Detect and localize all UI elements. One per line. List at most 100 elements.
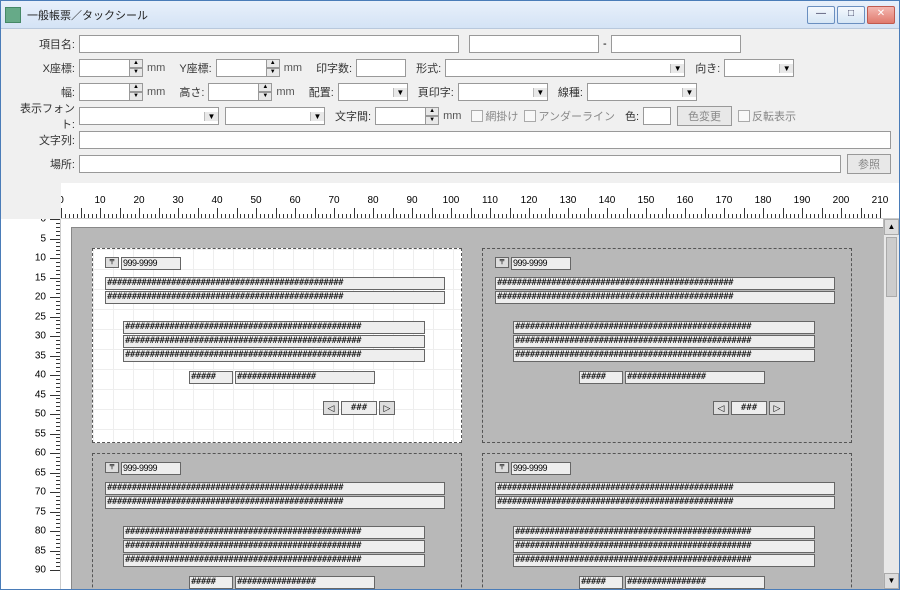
maximize-button[interactable]: □ <box>837 6 865 24</box>
item-name-label: 項目名: <box>9 36 79 52</box>
xcoord-input[interactable] <box>79 59 129 77</box>
prev-button[interactable]: ◁ <box>323 401 339 415</box>
shading-check[interactable]: 網掛け <box>471 108 518 124</box>
address-field[interactable]: ########################################… <box>105 277 445 290</box>
name-field[interactable]: ########################################… <box>123 526 425 539</box>
minimize-button[interactable]: — <box>807 6 835 24</box>
page-field[interactable]: ### <box>731 401 767 415</box>
zip-icon: 〒 <box>105 462 119 473</box>
location-label: 場所: <box>9 156 79 172</box>
label-block[interactable]: 〒999-9999###############################… <box>92 248 462 443</box>
name-field[interactable]: ########################################… <box>513 540 815 553</box>
scroll-thumb[interactable] <box>886 237 897 297</box>
scroll-down-icon[interactable]: ▼ <box>884 573 899 589</box>
design-area: 051015202530354045505560657075808590 〒99… <box>1 219 899 589</box>
code2-field[interactable]: ################ <box>235 576 375 589</box>
name-field[interactable]: ########################################… <box>123 321 425 334</box>
address-field[interactable]: ########################################… <box>495 482 835 495</box>
printchars-label: 印字数: <box>306 60 356 76</box>
code2-field[interactable]: ################ <box>625 576 765 589</box>
pagemark-label: 頁印字: <box>408 84 458 100</box>
chevron-down-icon: ▼ <box>393 88 407 97</box>
location-input[interactable] <box>79 155 841 173</box>
vertical-scrollbar[interactable]: ▲ ▼ <box>883 219 899 589</box>
ycoord-input[interactable] <box>216 59 266 77</box>
linetype-combo[interactable]: ▼ <box>587 83 697 101</box>
item-id1-input[interactable] <box>469 35 599 53</box>
zip-field[interactable]: 999-9999 <box>121 257 181 270</box>
charspacing-input[interactable] <box>375 107 425 125</box>
color-label: 色: <box>615 108 643 124</box>
zip-field[interactable]: 999-9999 <box>121 462 181 475</box>
code-field[interactable]: ##### <box>579 371 623 384</box>
address-field[interactable]: ########################################… <box>105 496 445 509</box>
app-icon <box>5 7 21 23</box>
code2-field[interactable]: ################ <box>235 371 375 384</box>
name-field[interactable]: ########################################… <box>513 554 815 567</box>
app-window: 一般帳票／タックシール — □ ✕ 項目名: - X座標: ▲▼ mm Y座標:… <box>0 0 900 590</box>
color-swatch <box>643 107 671 125</box>
underline-check[interactable]: アンダーライン <box>524 108 615 124</box>
name-field[interactable]: ########################################… <box>123 540 425 553</box>
name-field[interactable]: ########################################… <box>513 526 815 539</box>
chevron-down-icon: ▼ <box>533 88 547 97</box>
color-change-button[interactable]: 色変更 <box>677 106 732 126</box>
ycoord-spinner[interactable]: ▲▼ <box>266 59 280 77</box>
address-field[interactable]: ########################################… <box>495 277 835 290</box>
window-buttons: — □ ✕ <box>807 6 895 24</box>
fontsize-combo[interactable]: ▼ <box>225 107 325 125</box>
address-field[interactable]: ########################################… <box>495 291 835 304</box>
font-combo[interactable]: ▼ <box>79 107 219 125</box>
next-button[interactable]: ▷ <box>379 401 395 415</box>
browse-button[interactable]: 参照 <box>847 154 891 174</box>
page-nav: ◁###▷ <box>323 401 395 415</box>
printchars-input[interactable] <box>356 59 406 77</box>
scroll-up-icon[interactable]: ▲ <box>884 219 899 235</box>
ycoord-label: Y座標: <box>169 60 215 76</box>
item-id2-input[interactable] <box>611 35 741 53</box>
pagemark-combo[interactable]: ▼ <box>458 83 548 101</box>
zip-icon: 〒 <box>495 257 509 268</box>
zip-field[interactable]: 999-9999 <box>511 257 571 270</box>
label-block[interactable]: 〒999-9999###############################… <box>482 453 852 589</box>
item-name-input[interactable] <box>79 35 459 53</box>
prev-button[interactable]: ◁ <box>713 401 729 415</box>
next-button[interactable]: ▷ <box>769 401 785 415</box>
name-field[interactable]: ########################################… <box>513 321 815 334</box>
code-field[interactable]: ##### <box>189 576 233 589</box>
close-button[interactable]: ✕ <box>867 6 895 24</box>
width-spinner[interactable]: ▲▼ <box>129 83 143 101</box>
name-field[interactable]: ########################################… <box>123 554 425 567</box>
string-input[interactable] <box>79 131 891 149</box>
name-field[interactable]: ########################################… <box>513 335 815 348</box>
invert-check[interactable]: 反転表示 <box>738 108 796 124</box>
height-spinner[interactable]: ▲▼ <box>258 83 272 101</box>
canvas[interactable]: 〒999-9999###############################… <box>61 219 899 589</box>
titlebar: 一般帳票／タックシール — □ ✕ <box>1 1 899 29</box>
width-input[interactable] <box>79 83 129 101</box>
code-field[interactable]: ##### <box>189 371 233 384</box>
ruler-vertical: 051015202530354045505560657075808590 <box>1 219 61 589</box>
height-input[interactable] <box>208 83 258 101</box>
code2-field[interactable]: ################ <box>625 371 765 384</box>
label-block[interactable]: 〒999-9999###############################… <box>92 453 462 589</box>
address-field[interactable]: ########################################… <box>105 482 445 495</box>
page-nav: ◁###▷ <box>713 401 785 415</box>
zip-field[interactable]: 999-9999 <box>511 462 571 475</box>
format-combo[interactable]: ▼ <box>445 59 685 77</box>
charspacing-spinner[interactable]: ▲▼ <box>425 107 439 125</box>
page-field[interactable]: ### <box>341 401 377 415</box>
address-field[interactable]: ########################################… <box>105 291 445 304</box>
xcoord-spinner[interactable]: ▲▼ <box>129 59 143 77</box>
direction-combo[interactable]: ▼ <box>724 59 794 77</box>
address-field[interactable]: ########################################… <box>495 496 835 509</box>
direction-label: 向き: <box>685 60 724 76</box>
string-label: 文字列: <box>9 132 79 148</box>
code-field[interactable]: ##### <box>579 576 623 589</box>
name-field[interactable]: ########################################… <box>513 349 815 362</box>
ruler-horizontal-wrap: 0102030405060708090100110120130140150160… <box>1 183 899 219</box>
align-combo[interactable]: ▼ <box>338 83 408 101</box>
name-field[interactable]: ########################################… <box>123 349 425 362</box>
name-field[interactable]: ########################################… <box>123 335 425 348</box>
label-block[interactable]: 〒999-9999###############################… <box>482 248 852 443</box>
